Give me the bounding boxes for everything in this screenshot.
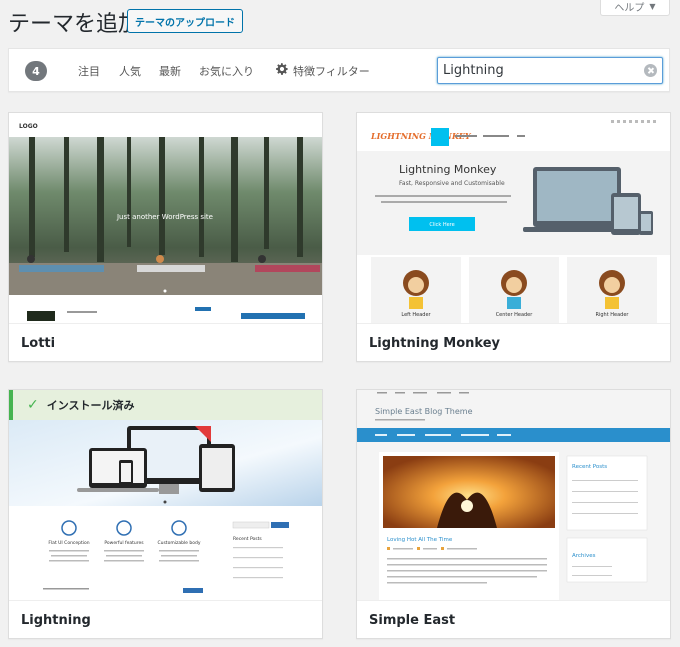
search-field[interactable] (437, 57, 663, 84)
theme-screenshot: LIGHTNING MONKEY Lightning Monkey Fast, … (357, 113, 670, 323)
upload-theme-button[interactable]: テーマのアップロード (127, 9, 243, 33)
installed-notice: ✓ インストール済み (9, 390, 322, 420)
help-tab-label: ヘルプ (614, 3, 645, 14)
chevron-down-icon: ▼ (649, 2, 656, 11)
filter-bar: 4 注目 人気 最新 お気に入り 特徴フィルター (8, 48, 670, 92)
post-title: Loving Hot All The Time (387, 537, 453, 543)
panel-label-center: Center Header (496, 312, 534, 318)
theme-name: Lotti (9, 323, 322, 361)
installed-label: インストール済み (46, 399, 135, 412)
blog-title: Simple East Blog Theme (375, 407, 473, 416)
theme-card-simple-east[interactable]: Simple East Blog Theme Loving Hot All Th… (356, 389, 671, 639)
theme-name: Lightning (9, 600, 322, 638)
help-tab[interactable]: ヘルプ ▼ (600, 0, 670, 16)
theme-count-badge: 4 (25, 61, 47, 81)
theme-screenshot: Flat UI Conception Powerful features Cus… (9, 390, 322, 600)
filter-link-latest[interactable]: 最新 (159, 63, 181, 79)
theme-name: Lightning Monkey (357, 323, 670, 361)
search-input[interactable] (438, 58, 628, 83)
feature-label-2: Powerful features (104, 540, 144, 546)
sidebar-archives-heading: Archives (572, 553, 596, 559)
feature-label-3: Customizable body (157, 540, 200, 546)
filter-link-popular[interactable]: 人気 (119, 63, 141, 79)
theme-tagline: Just another WordPress site (116, 213, 213, 221)
theme-name: Simple East (357, 600, 670, 638)
theme-card-lotti[interactable]: LOGO Just another WordPress site Lotti (8, 112, 323, 362)
checkmark-icon: ✓ (27, 397, 39, 413)
sidebar-recent-heading: Recent Posts (572, 464, 607, 470)
theme-card-lightning-monkey[interactable]: LIGHTNING MONKEY Lightning Monkey Fast, … (356, 112, 671, 362)
panel-label-right: Right Header (596, 312, 630, 318)
feature-label-1: Flat UI Conception (48, 540, 89, 546)
theme-subheadline: Fast, Responsive and Customisable (399, 180, 505, 187)
filter-link-favorites[interactable]: お気に入り (199, 63, 254, 79)
theme-headline: Lightning Monkey (399, 163, 497, 176)
theme-cta: Click Here (429, 222, 454, 228)
theme-card-lightning[interactable]: Flat UI Conception Powerful features Cus… (8, 389, 323, 639)
theme-screenshot: Simple East Blog Theme Loving Hot All Th… (357, 390, 670, 600)
panel-label-left: Left Header (401, 312, 431, 318)
feature-filter-link[interactable]: 特徴フィルター (293, 63, 370, 79)
sidebar-heading: Recent Posts (233, 536, 262, 542)
gear-icon[interactable] (275, 62, 289, 76)
clear-search-icon[interactable] (644, 64, 657, 77)
filter-link-featured[interactable]: 注目 (78, 63, 100, 79)
page-title: テーマを追加 (8, 12, 141, 37)
theme-screenshot: LOGO Just another WordPress site (9, 113, 322, 323)
theme-logo-text: LOGO (19, 123, 38, 130)
